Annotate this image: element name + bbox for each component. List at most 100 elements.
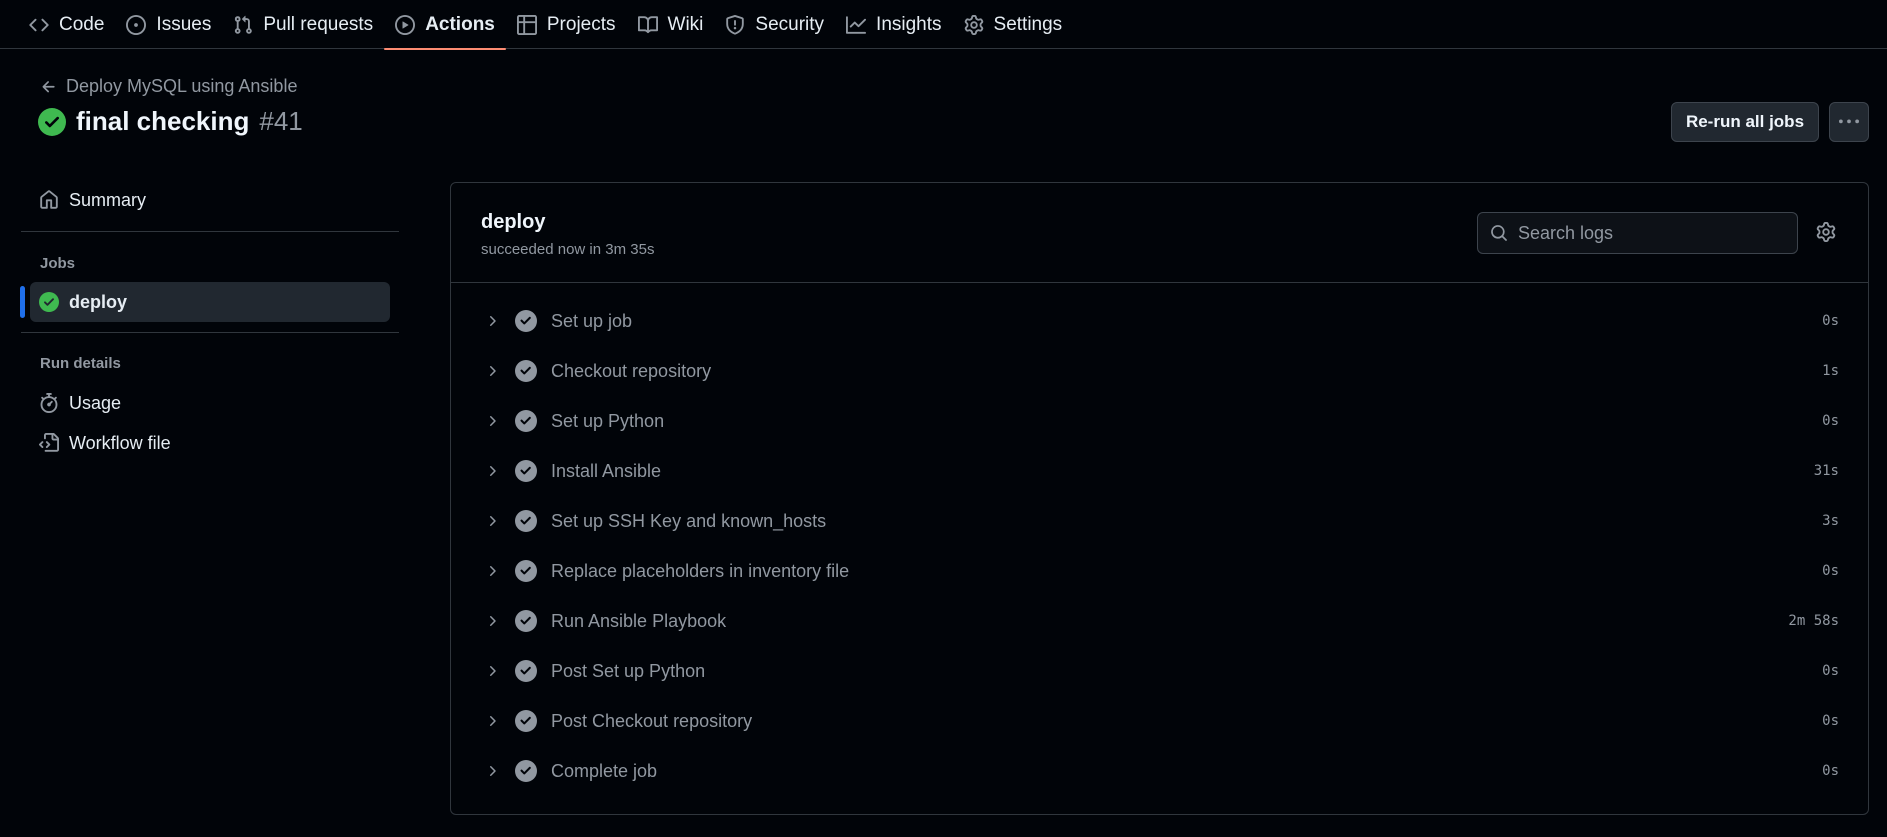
step-duration: 3s bbox=[1822, 513, 1839, 529]
step-name: Set up job bbox=[551, 311, 633, 331]
sidebar-item-usage[interactable]: Usage bbox=[30, 383, 390, 423]
sidebar-item-workflow-file[interactable]: Workflow file bbox=[30, 423, 390, 463]
step-duration: 1s bbox=[1822, 363, 1839, 379]
sidebar-divider bbox=[21, 332, 399, 333]
step-name: Install Ansible bbox=[551, 461, 662, 481]
active-job-indicator bbox=[20, 286, 25, 318]
log-settings-button[interactable] bbox=[1816, 222, 1836, 242]
step-row[interactable]: Post Set up Python 0s bbox=[451, 646, 1868, 696]
shield-icon bbox=[725, 14, 745, 35]
chevron-right-icon[interactable] bbox=[484, 413, 500, 429]
tab-settings[interactable]: Settings bbox=[953, 0, 1074, 49]
step-duration: 31s bbox=[1813, 463, 1839, 479]
step-list: Set up job 0s Checkout repository 1s Set up … bbox=[451, 296, 1868, 796]
chevron-right-icon[interactable] bbox=[484, 563, 500, 579]
step-name: Complete job bbox=[551, 761, 658, 781]
job-name: deploy bbox=[481, 211, 546, 233]
check-circle-icon bbox=[515, 360, 537, 382]
tab-wiki[interactable]: Wiki bbox=[627, 0, 715, 49]
step-duration: 2m 58s bbox=[1788, 613, 1839, 629]
run-details-heading: Run details bbox=[40, 355, 121, 372]
arrow-left-icon bbox=[40, 78, 58, 96]
tab-pull-requests[interactable]: Pull requests bbox=[222, 0, 384, 49]
tab-wiki-label: Wiki bbox=[667, 13, 704, 35]
step-name: Run Ansible Playbook bbox=[551, 611, 727, 631]
step-row[interactable]: Set up SSH Key and known_hosts 3s bbox=[451, 496, 1868, 546]
table-icon bbox=[516, 14, 537, 35]
tab-issues-label: Issues bbox=[156, 13, 212, 35]
check-circle-icon bbox=[515, 410, 537, 432]
step-duration: 0s bbox=[1822, 413, 1839, 429]
job-log-panel: deploy succeeded now in 3m 35s Set up jo… bbox=[450, 182, 1869, 815]
step-row[interactable]: Replace placeholders in inventory file 0s bbox=[451, 546, 1868, 596]
tab-code[interactable]: Code bbox=[18, 0, 115, 49]
issue-opened-icon bbox=[126, 14, 147, 35]
check-circle-icon bbox=[515, 760, 537, 782]
chevron-right-icon[interactable] bbox=[484, 313, 500, 329]
gear-icon bbox=[964, 14, 984, 35]
step-row[interactable]: Complete job 0s bbox=[451, 746, 1868, 796]
check-circle-icon bbox=[515, 510, 537, 532]
chevron-right-icon[interactable] bbox=[484, 613, 500, 629]
step-name: Set up SSH Key and known_hosts bbox=[551, 511, 827, 531]
check-circle-fill-icon bbox=[38, 107, 66, 136]
check-circle-icon bbox=[515, 710, 537, 732]
check-circle-icon bbox=[515, 610, 537, 632]
sidebar-item-summary-label: Summary bbox=[69, 189, 147, 210]
chevron-right-icon[interactable] bbox=[484, 663, 500, 679]
tab-insights[interactable]: Insights bbox=[835, 0, 952, 49]
gear-icon bbox=[1816, 222, 1836, 242]
chevron-right-icon[interactable] bbox=[484, 513, 500, 529]
tab-settings-label: Settings bbox=[993, 13, 1063, 35]
step-duration: 0s bbox=[1822, 563, 1839, 579]
tab-insights-label: Insights bbox=[876, 13, 942, 35]
search-logs-input[interactable] bbox=[1518, 222, 1778, 244]
step-name: Post Checkout repository bbox=[551, 711, 753, 731]
kebab-horizontal-icon bbox=[1839, 112, 1859, 132]
tab-pull-requests-label: Pull requests bbox=[263, 13, 374, 35]
home-icon bbox=[39, 190, 59, 210]
play-icon bbox=[395, 14, 416, 35]
chevron-right-icon[interactable] bbox=[484, 713, 500, 729]
tab-security-label: Security bbox=[755, 13, 825, 35]
chevron-right-icon[interactable] bbox=[484, 463, 500, 479]
step-duration: 0s bbox=[1822, 763, 1839, 779]
tab-projects[interactable]: Projects bbox=[506, 0, 627, 49]
more-options-button[interactable] bbox=[1829, 102, 1869, 142]
step-duration: 0s bbox=[1822, 663, 1839, 679]
chevron-right-icon[interactable] bbox=[484, 763, 500, 779]
sidebar-item-workflow-file-label: Workflow file bbox=[69, 432, 171, 453]
file-code-icon bbox=[39, 433, 59, 453]
tab-actions[interactable]: Actions bbox=[384, 0, 506, 50]
sidebar-item-job-deploy[interactable]: deploy bbox=[30, 282, 390, 322]
job-status: succeeded now in 3m 35s bbox=[481, 241, 655, 258]
chevron-right-icon[interactable] bbox=[484, 363, 500, 379]
jobs-heading: Jobs bbox=[40, 255, 76, 272]
back-to-workflow-link[interactable]: Deploy MySQL using Ansible bbox=[40, 76, 297, 97]
step-row[interactable]: Post Checkout repository 0s bbox=[451, 696, 1868, 746]
sidebar-item-job-label: deploy bbox=[69, 291, 128, 312]
search-logs-field[interactable] bbox=[1477, 212, 1798, 254]
step-duration: 0s bbox=[1822, 713, 1839, 729]
workflow-name: Deploy MySQL using Ansible bbox=[66, 76, 298, 96]
tab-issues[interactable]: Issues bbox=[115, 0, 222, 49]
step-duration: 0s bbox=[1822, 313, 1839, 329]
tab-actions-label: Actions bbox=[425, 13, 495, 35]
step-row[interactable]: Set up job 0s bbox=[451, 296, 1868, 346]
tab-code-label: Code bbox=[59, 13, 105, 35]
tab-projects-label: Projects bbox=[546, 13, 616, 35]
step-row[interactable]: Set up Python 0s bbox=[451, 396, 1868, 446]
rerun-all-jobs-button[interactable]: Re-run all jobs bbox=[1671, 102, 1819, 142]
git-pull-request-icon bbox=[233, 15, 253, 35]
run-title-text: final checking bbox=[76, 106, 250, 136]
check-circle-fill-icon bbox=[39, 292, 59, 312]
step-row[interactable]: Run Ansible Playbook 2m 58s bbox=[451, 596, 1868, 646]
stopwatch-icon bbox=[39, 393, 59, 413]
tab-security[interactable]: Security bbox=[714, 0, 835, 49]
step-row[interactable]: Install Ansible 31s bbox=[451, 446, 1868, 496]
step-name: Replace placeholders in inventory file bbox=[551, 561, 850, 581]
step-name: Checkout repository bbox=[551, 361, 712, 381]
step-row[interactable]: Checkout repository 1s bbox=[451, 346, 1868, 396]
sidebar-item-summary[interactable]: Summary bbox=[30, 180, 390, 220]
code-icon bbox=[29, 15, 49, 35]
